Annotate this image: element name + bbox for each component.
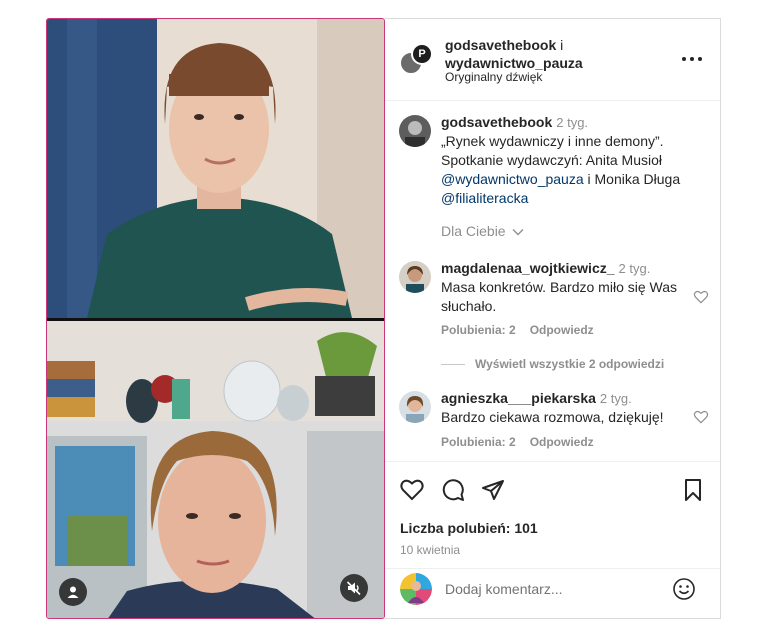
comment-time: 2 tyg.	[599, 391, 632, 406]
comment-item: magdalenaa_wojtkiewicz_ 2 tyg. Masa konkr…	[399, 259, 709, 359]
heart-icon[interactable]	[400, 478, 424, 502]
replies-line	[441, 363, 465, 365]
comment-username[interactable]: agnieszka___piekarska	[441, 390, 596, 406]
paper-plane-icon[interactable]	[481, 478, 505, 502]
view-replies-text: Wyświetl wszystkie 2 odpowiedzi	[475, 357, 665, 371]
caption-time: 2 tyg.	[556, 115, 589, 130]
caption-text: godsavethebook 2 tyg. „Rynek wydawniczy i…	[441, 113, 691, 208]
view-replies-button[interactable]: Wyświetl wszystkie 2 odpowiedzi	[441, 357, 664, 371]
author-link-2[interactable]: wydawnictwo_pauza	[445, 55, 583, 71]
caption-avatar[interactable]	[399, 115, 431, 147]
reply-button[interactable]: Odpowiedz	[530, 323, 594, 337]
add-comment-bar	[385, 568, 720, 620]
speaker-muted-icon	[346, 581, 361, 596]
comment-meta: Polubienia: 2 Odpowiedz	[441, 323, 608, 337]
caption-username[interactable]: godsavethebook	[441, 114, 552, 130]
comment-body: Bardzo ciekawa rozmowa, dziękuję!	[441, 409, 664, 425]
more-dot	[698, 57, 702, 61]
mention-filialiteracka[interactable]: @filialiteracka	[441, 190, 528, 206]
comment-meta: Polubienia: 2 Odpowiedz	[441, 435, 608, 449]
collab-avatars[interactable]: P	[399, 43, 433, 77]
comment-like-icon[interactable]	[693, 409, 709, 425]
post-actions: Liczba polubień: 101 10 kwietnia	[385, 461, 720, 576]
comment-like-icon[interactable]	[693, 289, 709, 305]
for-you-label[interactable]: Dla Ciebie	[441, 223, 524, 239]
post-date: 10 kwietnia	[400, 543, 461, 557]
post-header: P godsavethebook i wydawnictwo_pauza Ory…	[385, 19, 720, 101]
comment-text: agnieszka___piekarska 2 tyg. Bardzo cieka…	[441, 389, 691, 427]
video-feed-bottom	[47, 321, 384, 618]
caption-body-2: i Monika Długa	[583, 171, 681, 187]
user-icon	[67, 586, 79, 598]
post-caption: godsavethebook 2 tyg. „Rynek wydawniczy i…	[399, 113, 709, 243]
comment-likes-count[interactable]: Polubienia: 2	[441, 435, 516, 449]
comment-body: Masa konkretów. Bardzo miło się Was słuc…	[441, 279, 678, 314]
more-dot	[682, 57, 686, 61]
more-dot	[690, 57, 694, 61]
comment-item: agnieszka___piekarska 2 tyg. Bardzo cieka…	[399, 389, 709, 461]
avatar-wydawnictwo-pauza[interactable]: P	[411, 43, 433, 65]
mute-button[interactable]	[340, 574, 368, 602]
comment-username[interactable]: magdalenaa_wojtkiewicz_	[441, 260, 615, 276]
current-user-avatar	[400, 573, 432, 605]
commenter-avatar[interactable]	[399, 391, 431, 423]
video-player[interactable]	[46, 18, 385, 619]
chevron-down-icon	[512, 229, 524, 236]
comment-time: 2 tyg.	[618, 261, 651, 276]
for-you-text: Dla Ciebie	[441, 223, 506, 239]
author-link-1[interactable]: godsavethebook	[445, 37, 556, 53]
comments-section[interactable]: godsavethebook 2 tyg. „Rynek wydawniczy i…	[385, 101, 720, 461]
post-authors: godsavethebook i wydawnictwo_pauza	[445, 36, 665, 72]
audio-label[interactable]: Oryginalny dźwięk	[445, 70, 542, 84]
emoji-icon[interactable]	[672, 577, 696, 601]
post-panel: P godsavethebook i wydawnictwo_pauza Ory…	[385, 18, 721, 619]
bookmark-icon[interactable]	[681, 478, 705, 502]
caption-body-1: „Rynek wydawniczy i inne demony”. Spotka…	[441, 133, 664, 168]
user-tag-button[interactable]	[59, 578, 87, 606]
more-options-button[interactable]	[682, 51, 702, 67]
video-feed-top	[47, 19, 384, 318]
mention-wydawnictwo-pauza[interactable]: @wydawnictwo_pauza	[441, 171, 584, 187]
comment-likes-count[interactable]: Polubienia: 2	[441, 323, 516, 337]
comment-input[interactable]	[445, 581, 665, 597]
commenter-avatar[interactable]	[399, 261, 431, 293]
reply-button[interactable]: Odpowiedz	[530, 435, 594, 449]
comment-text: magdalenaa_wojtkiewicz_ 2 tyg. Masa konkr…	[441, 259, 691, 316]
comment-bubble-icon[interactable]	[441, 478, 465, 502]
author-connector: i	[556, 37, 564, 53]
likes-count[interactable]: Liczba polubień: 101	[400, 520, 538, 536]
